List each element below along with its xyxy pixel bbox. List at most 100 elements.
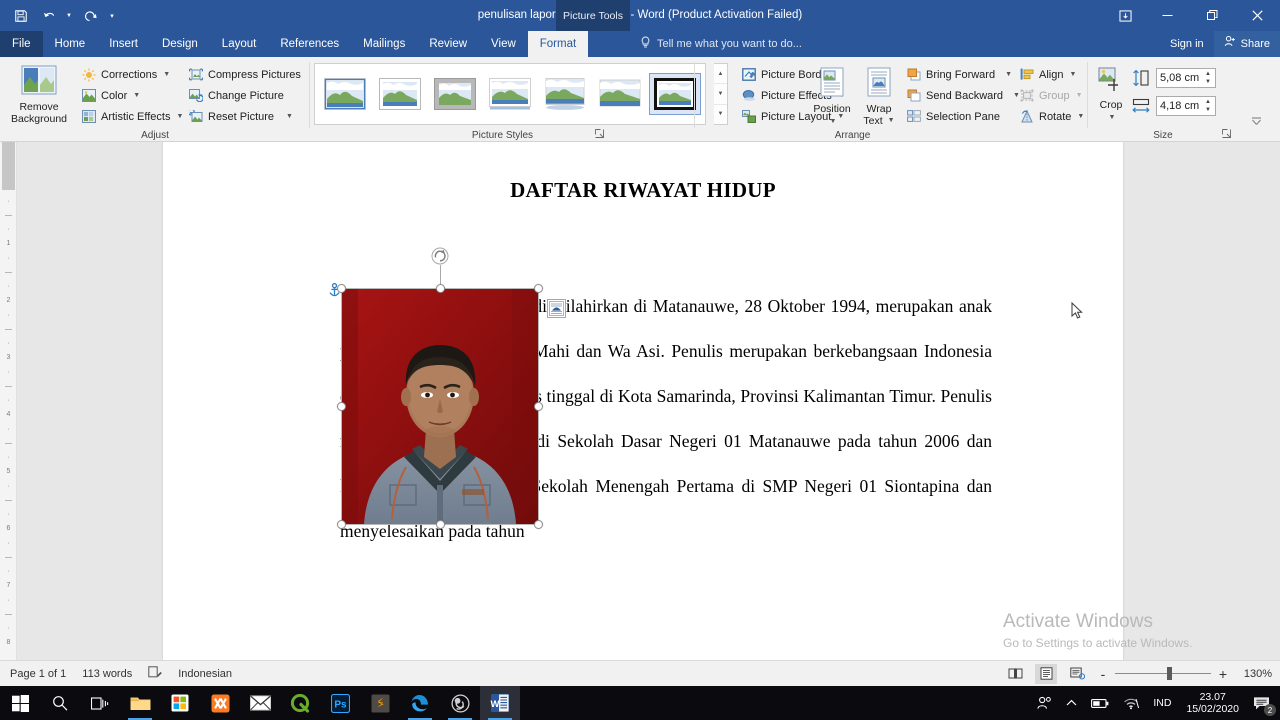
zoom-level[interactable]: 130% bbox=[1238, 668, 1272, 680]
resize-handle-bottom-right[interactable] bbox=[534, 520, 543, 529]
tell-me-search[interactable]: Tell me what you want to do... bbox=[640, 31, 802, 57]
word-count[interactable]: 113 words bbox=[82, 668, 132, 680]
shape-width-field[interactable]: 4,18 cm ▲ ▼ bbox=[1130, 95, 1216, 117]
microsoft-edge-icon[interactable] bbox=[400, 686, 440, 720]
language-indicator[interactable]: Indonesian bbox=[178, 668, 232, 680]
tab-layout[interactable]: Layout bbox=[210, 31, 269, 57]
page-indicator[interactable]: Page 1 of 1 bbox=[10, 668, 66, 680]
resize-handle-top-center[interactable] bbox=[435, 284, 445, 293]
compress-pictures-button[interactable]: Compress Pictures bbox=[185, 64, 304, 85]
layout-options-button[interactable] bbox=[547, 299, 566, 318]
change-picture-button[interactable]: Change Picture bbox=[185, 85, 304, 106]
wrap-text-button[interactable]: Wrap Text ▼ bbox=[855, 63, 903, 127]
align-button[interactable]: Align ▼ bbox=[1016, 64, 1087, 85]
shape-height-field[interactable]: 5,08 cm ▲ ▼ bbox=[1130, 67, 1216, 89]
close-button[interactable] bbox=[1235, 0, 1280, 31]
minimize-button[interactable] bbox=[1145, 0, 1190, 31]
redo-icon[interactable] bbox=[76, 4, 102, 28]
tab-format[interactable]: Format bbox=[527, 31, 589, 57]
picture-styles-gallery[interactable] bbox=[314, 63, 706, 125]
view-print-layout[interactable] bbox=[1035, 663, 1057, 684]
shape-height-input[interactable]: 5,08 cm ▲ ▼ bbox=[1156, 68, 1216, 88]
resize-handle-middle-right[interactable] bbox=[534, 402, 543, 411]
tab-review[interactable]: Review bbox=[417, 31, 479, 57]
picture-style-thumb-6[interactable] bbox=[595, 74, 645, 114]
send-backward-button[interactable]: Send Backward ▼ bbox=[903, 85, 1023, 106]
resize-handle-middle-left[interactable] bbox=[337, 402, 346, 411]
picture-style-thumb-5[interactable] bbox=[540, 74, 590, 114]
tab-home[interactable]: Home bbox=[43, 31, 98, 57]
color-dropdown-icon[interactable]: ▼ bbox=[133, 92, 140, 99]
picture-style-thumb-2[interactable] bbox=[375, 74, 425, 114]
view-web-layout[interactable] bbox=[1066, 664, 1088, 684]
zoom-slider[interactable]: - + bbox=[1097, 666, 1229, 682]
tab-file[interactable]: File bbox=[0, 31, 43, 57]
tab-references[interactable]: References bbox=[268, 31, 351, 57]
language-indicator[interactable]: IND bbox=[1146, 686, 1178, 720]
artistic-effects-dropdown-icon[interactable]: ▼ bbox=[176, 113, 183, 120]
sublime-text-icon[interactable] bbox=[360, 686, 400, 720]
mail-icon[interactable] bbox=[240, 686, 280, 720]
reset-picture-dropdown-icon[interactable]: ▼ bbox=[286, 113, 293, 120]
battery-icon[interactable] bbox=[1084, 686, 1116, 720]
save-icon[interactable] bbox=[8, 4, 34, 28]
group-dropdown-icon[interactable]: ▼ bbox=[1076, 92, 1083, 99]
rotate-button[interactable]: Rotate ▼ bbox=[1016, 106, 1087, 127]
show-hidden-icons-chevron[interactable] bbox=[1059, 686, 1084, 720]
notifications-button[interactable]: 2 bbox=[1247, 686, 1280, 720]
photoshop-icon[interactable]: Ps bbox=[320, 686, 360, 720]
file-explorer-icon[interactable] bbox=[120, 686, 160, 720]
align-dropdown-icon[interactable]: ▼ bbox=[1069, 71, 1076, 78]
tab-mailings[interactable]: Mailings bbox=[351, 31, 417, 57]
picture-style-thumb-3[interactable] bbox=[430, 74, 480, 114]
microsoft-store-icon[interactable] bbox=[160, 686, 200, 720]
document-area[interactable]: · — · 1 · — · 2 · — · 3 · — · 4 · — · 5 … bbox=[0, 142, 1280, 660]
wrap-text-dropdown-icon[interactable]: ▼ bbox=[888, 115, 895, 127]
corrections-button[interactable]: Corrections ▼ bbox=[78, 64, 186, 85]
shape-width-input[interactable]: 4,18 cm ▲ ▼ bbox=[1156, 96, 1216, 116]
obs-studio-icon[interactable] bbox=[440, 686, 480, 720]
zoom-out-button[interactable]: - bbox=[1097, 666, 1109, 682]
zoom-track[interactable] bbox=[1115, 667, 1211, 680]
picture-style-thumb-7-selected[interactable] bbox=[649, 73, 701, 115]
corrections-dropdown-icon[interactable]: ▼ bbox=[163, 71, 170, 78]
task-view-icon[interactable] bbox=[80, 686, 120, 720]
proofing-errors-icon[interactable] bbox=[148, 665, 163, 682]
size-dialog-launcher[interactable] bbox=[1221, 129, 1232, 140]
document-page[interactable]: DAFTAR RIWAYAT HIDUP ma lengkap penulis … bbox=[163, 142, 1123, 660]
zoom-thumb[interactable] bbox=[1167, 667, 1172, 680]
undo-icon[interactable] bbox=[36, 4, 62, 28]
resize-handle-bottom-left[interactable] bbox=[337, 520, 346, 529]
start-button[interactable] bbox=[0, 686, 40, 720]
color-button[interactable]: Color ▼ bbox=[78, 85, 186, 106]
reset-picture-button[interactable]: Reset Picture ▼ bbox=[185, 106, 304, 127]
collapse-ribbon-icon[interactable] bbox=[1251, 117, 1262, 128]
crop-button[interactable]: Crop ▼ bbox=[1090, 63, 1132, 124]
view-read-mode[interactable] bbox=[1004, 664, 1026, 684]
resize-handle-top-right[interactable] bbox=[534, 284, 543, 293]
word-icon[interactable]: W bbox=[480, 686, 520, 720]
bring-forward-button[interactable]: Bring Forward ▼ bbox=[903, 64, 1023, 85]
position-dropdown-icon[interactable]: ▼ bbox=[830, 116, 837, 128]
selection-pane-button[interactable]: Selection Pane bbox=[903, 106, 1023, 127]
customize-qat-icon[interactable]: ▾ bbox=[104, 4, 120, 28]
position-button[interactable]: Position ▼ bbox=[808, 63, 856, 128]
ribbon-display-options-icon[interactable] bbox=[1105, 0, 1145, 31]
network-wifi-icon[interactable] bbox=[1116, 686, 1146, 720]
restore-button[interactable] bbox=[1190, 0, 1235, 31]
clock[interactable]: 23.07 15/02/2020 bbox=[1178, 686, 1247, 720]
picture-container[interactable] bbox=[329, 247, 566, 529]
remove-background-button[interactable]: Remove Background bbox=[5, 61, 73, 125]
people-icon[interactable] bbox=[1030, 686, 1059, 720]
tab-design[interactable]: Design bbox=[150, 31, 210, 57]
resize-handle-top-left[interactable] bbox=[337, 284, 346, 293]
rotate-dropdown-icon[interactable]: ▼ bbox=[1077, 113, 1084, 120]
undo-dropdown-icon[interactable]: ▼ bbox=[64, 4, 74, 28]
tab-insert[interactable]: Insert bbox=[97, 31, 150, 57]
vertical-ruler[interactable]: · — · 1 · — · 2 · — · 3 · — · 4 · — · 5 … bbox=[0, 142, 17, 660]
search-icon[interactable] bbox=[40, 686, 80, 720]
sign-in-button[interactable]: Sign in bbox=[1160, 31, 1214, 57]
xampp-icon[interactable] bbox=[200, 686, 240, 720]
shape-height-stepper[interactable]: ▲ ▼ bbox=[1203, 70, 1213, 86]
crop-dropdown-icon[interactable]: ▼ bbox=[1109, 112, 1116, 124]
